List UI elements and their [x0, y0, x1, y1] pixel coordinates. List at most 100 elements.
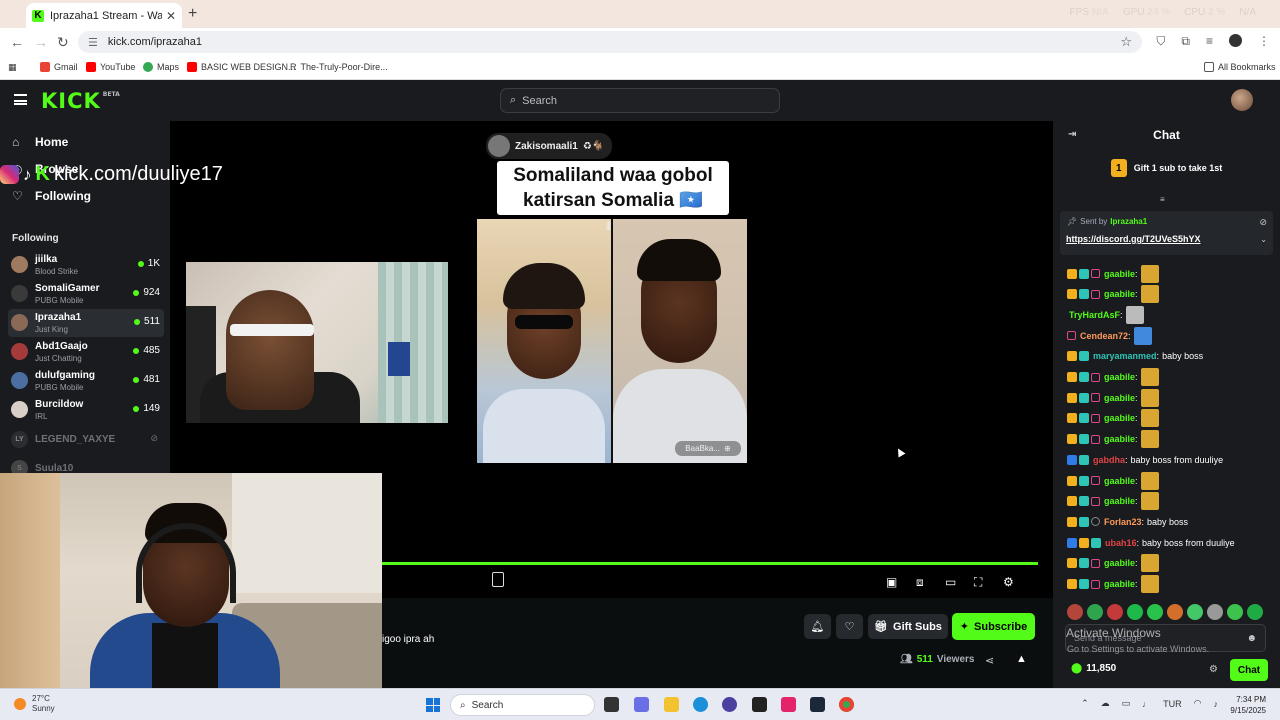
follow-heart-button[interactable]: ♡	[836, 614, 863, 639]
emote-icon[interactable]	[1107, 604, 1123, 620]
taskbar-search-input[interactable]	[471, 699, 604, 711]
theater-mode-icon[interactable]: ▭	[945, 575, 956, 589]
emote-icon[interactable]	[1207, 604, 1223, 620]
gift-subs-button[interactable]: 🎁︎ Gift Subs	[868, 614, 948, 639]
back-icon[interactable]: ←	[10, 34, 24, 50]
collapse-chat-icon[interactable]: ⇥	[1068, 129, 1076, 140]
subscribe-button[interactable]: ✦ Subscribe	[952, 613, 1035, 640]
chat-username[interactable]: gaabile	[1104, 372, 1135, 382]
chat-username[interactable]: gaabile	[1104, 558, 1135, 568]
emote-icon[interactable]	[1227, 604, 1243, 620]
following-item[interactable]: Burcildow IRL 149	[8, 396, 164, 424]
emote-icon[interactable]	[1187, 604, 1203, 620]
steam-icon[interactable]	[810, 697, 825, 712]
nav-home[interactable]: ⌂ Home	[12, 135, 68, 149]
extension-shield-icon[interactable]: ⛉	[1156, 34, 1165, 49]
taskbar-search[interactable]: ⌕	[450, 694, 604, 716]
chat-username[interactable]: gaabile	[1104, 289, 1135, 299]
chat-username[interactable]: ubah16	[1105, 538, 1137, 548]
chat-username[interactable]: gaabile	[1104, 269, 1135, 279]
following-item-active[interactable]: Iprazaha1 Just King 511	[8, 309, 164, 337]
chat-username[interactable]: gaabile	[1104, 579, 1135, 589]
emote-icon[interactable]	[1067, 604, 1083, 620]
gift-leaderboard-prompt[interactable]: 1 Gift 1 sub to take 1st	[1053, 159, 1280, 177]
edge-icon[interactable]	[693, 697, 708, 712]
following-item[interactable]: jiilka Blood Strike 1K	[8, 251, 164, 279]
chat-username[interactable]: gaabile	[1104, 393, 1135, 403]
chat-username[interactable]: TryHardAsF	[1069, 310, 1120, 320]
emoji-picker-icon[interactable]: ☻	[1246, 633, 1257, 644]
following-item-offline[interactable]: LY LEGEND_YAXYE ⊘	[8, 426, 164, 454]
chat-username[interactable]: Forlan23	[1104, 517, 1142, 527]
bookmark-basic-web-design[interactable]: BASIC WEB DESIGN...	[187, 62, 296, 72]
task-view-icon[interactable]	[604, 697, 619, 712]
fullscreen-icon[interactable]: ⛶	[974, 575, 982, 590]
chat-drag-handle-icon[interactable]: ≡	[1160, 195, 1165, 204]
search-input[interactable]	[522, 94, 753, 107]
app-circle-icon[interactable]	[722, 697, 737, 712]
pinned-link[interactable]: https://discord.gg/T2UVeS5hYX	[1066, 234, 1201, 244]
network-icon[interactable]: ▭	[1122, 698, 1131, 709]
notification-bell-button[interactable]: 🔔︎	[804, 614, 831, 639]
all-bookmarks[interactable]: All Bookmarks	[1204, 62, 1276, 72]
chat-input-box[interactable]: ☻	[1065, 624, 1266, 652]
browser-tab-active[interactable]: K Iprazaha1 Stream - Watch Li... ✕	[26, 3, 182, 28]
emote-icon[interactable]	[1167, 604, 1183, 620]
obs-icon[interactable]	[752, 697, 767, 712]
address-bar[interactable]: ☰ kick.com/iprazaha1 ☆	[78, 31, 1142, 53]
chrome-icon[interactable]	[839, 697, 854, 712]
volume-icon[interactable]: ♪	[1214, 699, 1219, 709]
clip-camera-icon[interactable]: ⧈	[916, 575, 924, 590]
apps-grid-icon[interactable]: ▦	[8, 62, 17, 73]
mini-player-icon[interactable]: ▣	[886, 575, 897, 589]
copilot-icon[interactable]	[634, 697, 649, 712]
kick-search[interactable]: ⌕	[500, 88, 780, 113]
bookmark-maps[interactable]: Maps	[143, 62, 179, 72]
chevron-down-icon[interactable]: ⌄	[1260, 235, 1267, 244]
user-avatar[interactable]	[1231, 89, 1253, 111]
chat-message-input[interactable]	[1074, 633, 1247, 643]
menu-hamburger-icon[interactable]	[14, 94, 27, 105]
unpin-icon[interactable]: ⊘	[1259, 217, 1267, 228]
following-item[interactable]: SomaliGamer PUBG Mobile 924	[8, 280, 164, 308]
following-item[interactable]: dulufgaming PUBG Mobile 481	[8, 367, 164, 395]
onedrive-icon[interactable]: ☁	[1101, 698, 1110, 709]
channel-points[interactable]: ⬤ 11,850	[1071, 663, 1116, 674]
settings-gear-icon[interactable]: ⚙	[1003, 575, 1014, 589]
chat-settings-icon[interactable]: ⚙	[1209, 664, 1218, 675]
extensions-icon[interactable]: ⧉	[1181, 34, 1190, 49]
mic-icon[interactable]: ♩	[1142, 699, 1151, 709]
site-info-icon[interactable]: ☰	[88, 36, 98, 49]
weather-widget[interactable]: 27°C Sunny	[14, 694, 55, 714]
bookmark-youtube[interactable]: YouTube	[86, 62, 135, 72]
bookmark-gmail[interactable]: Gmail	[40, 62, 78, 72]
new-tab-icon[interactable]: +	[188, 5, 197, 23]
taskbar-clock[interactable]: 7:34 PM 9/15/2025	[1230, 694, 1266, 716]
reload-icon[interactable]: ↻	[57, 34, 69, 51]
chat-send-button[interactable]: Chat	[1230, 659, 1268, 681]
forward-icon[interactable]: →	[34, 34, 48, 50]
tab-close-icon[interactable]: ✕	[166, 9, 176, 23]
chat-username[interactable]: maryamanmed	[1093, 351, 1157, 361]
chat-username[interactable]: gabdha	[1093, 455, 1125, 465]
kick-logo[interactable]: KICK BETA	[41, 89, 120, 113]
chat-username[interactable]: gaabile	[1104, 476, 1135, 486]
share-icon[interactable]: ⋖	[985, 654, 994, 667]
language-indicator[interactable]: TUR	[1163, 699, 1182, 709]
windows-start-icon[interactable]	[426, 698, 440, 712]
file-explorer-icon[interactable]	[664, 697, 679, 712]
menu-kebab-icon[interactable]: ⋮	[1258, 34, 1270, 49]
emote-icon[interactable]	[1147, 604, 1163, 620]
nav-following[interactable]: ♡ Following	[12, 189, 91, 203]
bookmark-star-icon[interactable]: ☆	[1120, 34, 1132, 50]
wifi-icon[interactable]: ◠	[1194, 698, 1202, 709]
emote-icon[interactable]	[1127, 604, 1143, 620]
capcut-icon[interactable]	[781, 697, 796, 712]
profile-avatar[interactable]	[1229, 34, 1242, 47]
bookmark-truly-poor[interactable]: R The-Truly-Poor-Dire...	[290, 62, 388, 72]
report-warning-icon[interactable]: ▲	[1016, 653, 1027, 665]
tray-chevron-icon[interactable]: ⌃	[1081, 698, 1089, 709]
emote-icon[interactable]	[1087, 604, 1103, 620]
following-item-offline[interactable]: S Suula10	[8, 455, 164, 473]
chat-username[interactable]: Cendean72	[1080, 331, 1128, 341]
